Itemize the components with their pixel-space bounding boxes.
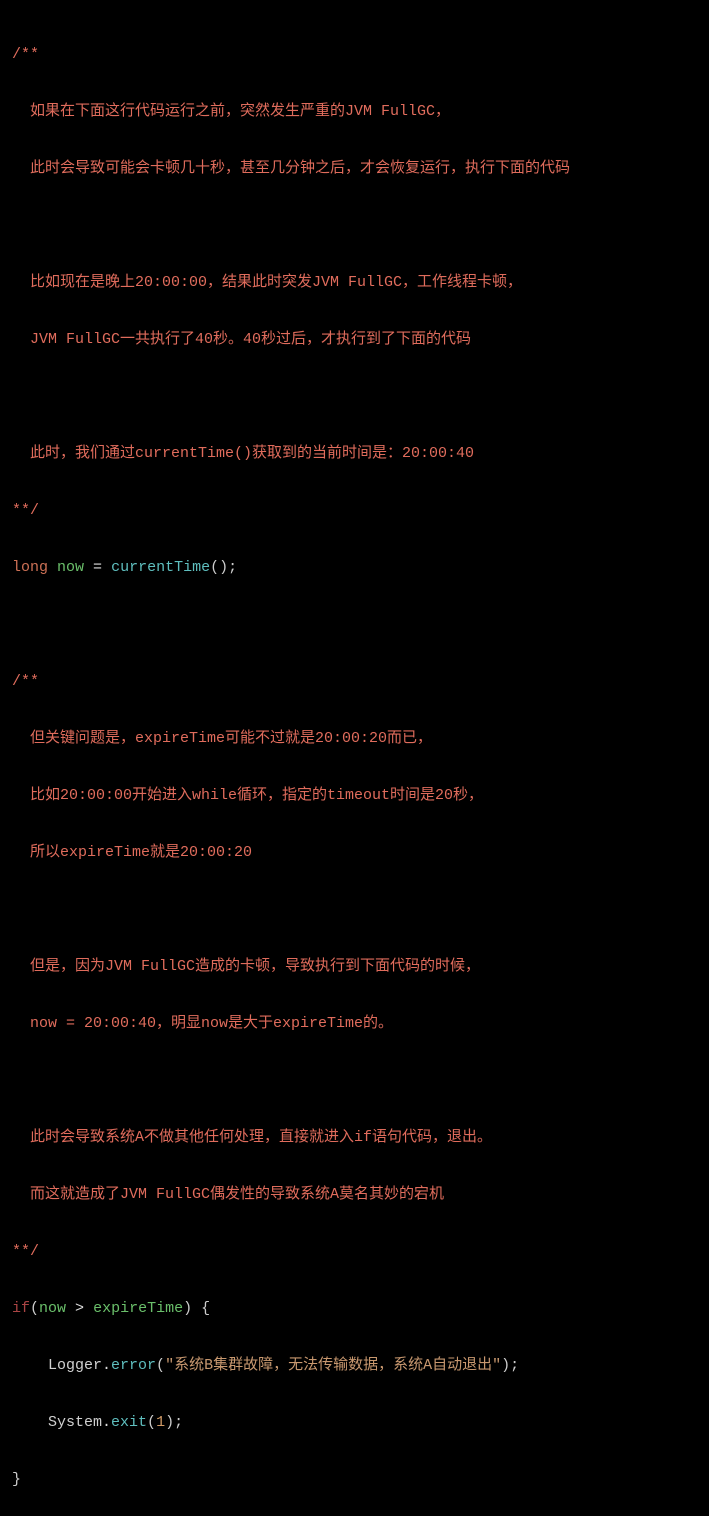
system-class: System (48, 1414, 102, 1431)
comment-line: 此时会导致可能会卡顿几十秒，甚至几分钟之后，才会恢复运行，执行下面的代码 (30, 160, 570, 177)
variable-now: now (57, 559, 84, 576)
comment-line: 此时会导致系统A不做其他任何处理，直接就进入if语句代码，退出。 (30, 1129, 492, 1146)
comment-line: 但是，因为JVM FullGC造成的卡顿，导致执行到下面代码的时候， (30, 958, 480, 975)
function-call: currentTime (111, 559, 210, 576)
error-method: error (111, 1357, 156, 1374)
comment-line: 如果在下面这行代码运行之前，突然发生严重的JVM FullGC， (30, 103, 450, 120)
comment-line: 此时，我们通过currentTime()获取到的当前时间是：20:00:40 (30, 445, 474, 462)
comment-line: 比如20:00:00开始进入while循环，指定的timeout时间是20秒， (30, 787, 483, 804)
if-close: ) { (183, 1300, 210, 1317)
operator: = (84, 559, 111, 576)
operator-gt: > (66, 1300, 93, 1317)
dot: . (102, 1414, 111, 1431)
comment-line: 比如现在是晚上20:00:00，结果此时突发JVM FullGC，工作线程卡顿， (30, 274, 522, 291)
dot: . (102, 1357, 111, 1374)
comment-line: 所以expireTime就是20:00:20 (30, 844, 252, 861)
variable-expiretime: expireTime (93, 1300, 183, 1317)
logger-class: Logger (48, 1357, 102, 1374)
comment-line: 而这就造成了JVM FullGC偶发性的导致系统A莫名其妙的宕机 (30, 1186, 444, 1203)
error-string: "系统B集群故障，无法传输数据，系统A自动退出" (165, 1357, 501, 1374)
code-editor: /** 如果在下面这行代码运行之前，突然发生严重的JVM FullGC， 此时会… (12, 12, 697, 1516)
statement-end: (); (210, 559, 237, 576)
paren-open: ( (30, 1300, 39, 1317)
brace-close: } (12, 1471, 21, 1488)
type-keyword: long (12, 559, 48, 576)
paren-close: ); (165, 1414, 183, 1431)
comment-open: /** (12, 46, 39, 63)
if-keyword: if (12, 1300, 30, 1317)
comment-line: JVM FullGC一共执行了40秒。40秒过后，才执行到了下面的代码 (30, 331, 471, 348)
comment-close: **/ (12, 1243, 39, 1260)
exit-arg: 1 (156, 1414, 165, 1431)
paren-open: ( (156, 1357, 165, 1374)
comment-line: now = 20:00:40，明显now是大于expireTime的。 (30, 1015, 393, 1032)
comment-open: /** (12, 673, 39, 690)
variable-now: now (39, 1300, 66, 1317)
exit-method: exit (111, 1414, 147, 1431)
comment-close: **/ (12, 502, 39, 519)
comment-line: 但关键问题是，expireTime可能不过就是20:00:20而已， (30, 730, 432, 747)
paren-close: ); (501, 1357, 519, 1374)
paren-open: ( (147, 1414, 156, 1431)
